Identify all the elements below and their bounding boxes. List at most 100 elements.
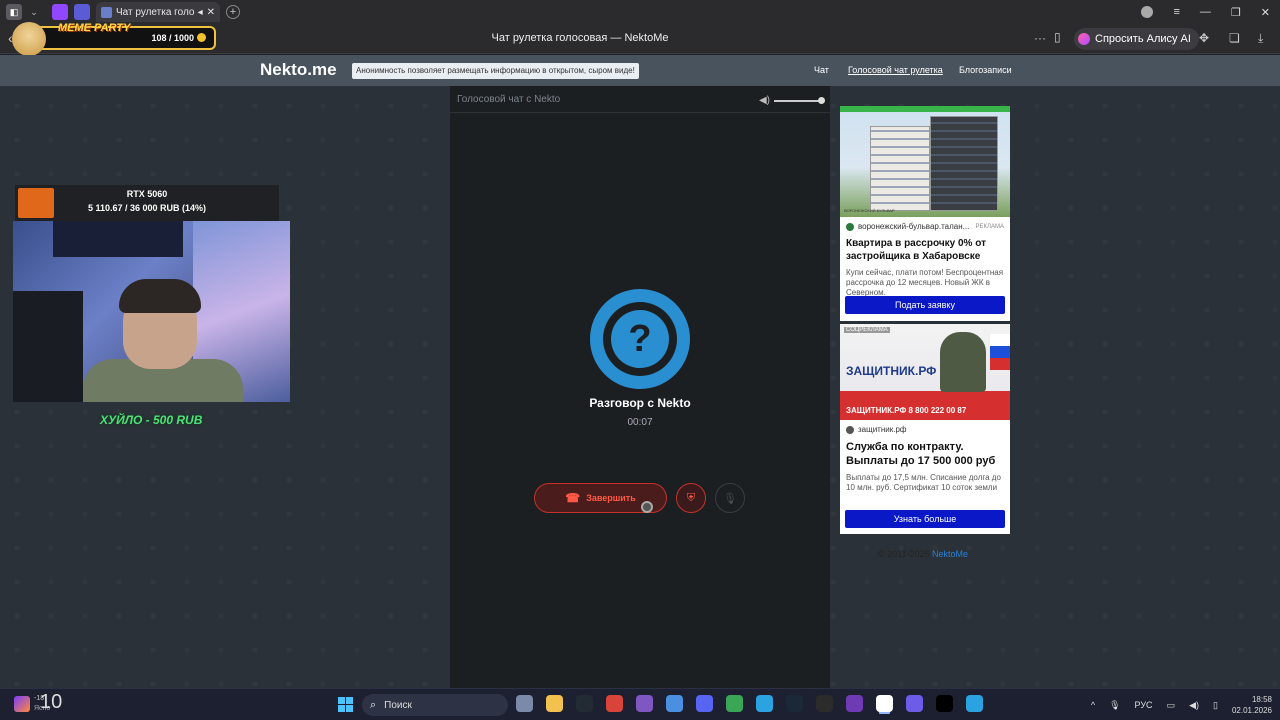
ad-description: Выплаты до 17,5 млн. Списание долга до 1…	[846, 473, 1001, 492]
tab-title: Чат рулетка голосо	[116, 6, 194, 18]
tray-overflow-icon[interactable]: ^	[1091, 700, 1095, 710]
language-indicator[interactable]: РУС	[1135, 700, 1153, 710]
volume-knob[interactable]	[818, 96, 825, 104]
microphone-tray-icon[interactable]: 🎙	[1109, 700, 1120, 711]
shield-icon: ⛨	[686, 491, 696, 504]
clock[interactable]: 18:58 02.01.2026	[1232, 694, 1272, 716]
more-icon[interactable]: ···	[1034, 31, 1046, 45]
tabs-dropdown-icon[interactable]: ⌄	[26, 4, 42, 20]
donation-goal-widget: RTX 5060 5 110.67 / 36 000 RUB (14%)	[15, 185, 279, 221]
new-tab-button[interactable]: +	[226, 5, 240, 19]
ask-alice-button[interactable]: Спросить Алису AI	[1074, 28, 1199, 50]
ad-headline[interactable]: Квартира в рассрочку 0% от застройщика в…	[846, 237, 1004, 263]
ad-description: Купи сейчас, плати потом! Беспроцентная …	[846, 268, 1004, 297]
game-app-icon[interactable]	[576, 695, 593, 712]
bookmark-icon[interactable]: ▯	[1054, 30, 1061, 44]
windows-logo-icon	[346, 697, 353, 704]
chair	[13, 291, 83, 402]
building-right	[930, 116, 998, 211]
extensions-icon[interactable]: ✥	[1199, 31, 1209, 45]
copyright: © 2011-2025 NektoMe	[878, 549, 968, 559]
sidebar-toggle-icon[interactable]: ◧	[6, 4, 22, 20]
ad-apply-button[interactable]: Подать заявку	[845, 296, 1005, 314]
flag-icon	[990, 334, 1010, 370]
vs-app-icon[interactable]	[846, 695, 863, 712]
tab-nekto[interactable]: Чат рулетка голосо ◂ ✕	[96, 2, 220, 22]
overlay-number: 10	[40, 691, 63, 713]
copyright-link[interactable]: NektoMe	[932, 549, 968, 559]
x-app-icon[interactable]	[936, 695, 953, 712]
soldier-figure	[940, 332, 986, 392]
discord-app-icon[interactable]	[696, 695, 713, 712]
start-button[interactable]	[338, 697, 353, 712]
clock-date: 02.01.2026	[1231, 706, 1272, 715]
chrome-app-icon[interactable]	[606, 695, 623, 712]
taskbar-search[interactable]: ⌕ Поиск	[362, 694, 508, 716]
network-icon[interactable]: ▭	[1167, 700, 1176, 711]
building-windows	[931, 117, 997, 210]
ad-headline[interactable]: Служба по контракту. Выплаты до 17 500 0…	[846, 440, 1004, 468]
ad-contract[interactable]: СОЦРЕКЛАМА ЗАЩИТНИК.РФ ЗАЩИТНИК.РФ 8 800…	[840, 324, 1010, 534]
nav-voice-chat[interactable]: Голосовой чат рулетка	[848, 65, 943, 75]
speaker-icon[interactable]: ◀)	[759, 95, 770, 106]
folder-app-icon[interactable]	[546, 695, 563, 712]
volume-slider[interactable]	[774, 96, 825, 104]
steam-app-icon[interactable]	[786, 695, 803, 712]
person-hair	[119, 279, 201, 313]
ad-image-brand: ЗАЩИТНИК.РФ	[846, 364, 937, 378]
nav-chat[interactable]: Чат	[814, 65, 829, 75]
meme-party-title: MEME PARTY	[58, 22, 131, 34]
yandex-app-icon[interactable]	[876, 695, 893, 712]
unknown-user-icon: ?	[590, 289, 690, 389]
ad-apartment-image[interactable]: ВОРОНЕЖСКИЙ БУЛЬВАР	[840, 106, 1010, 217]
obs-app-icon[interactable]	[636, 695, 653, 712]
nav-blog[interactable]: Блогозаписи	[959, 65, 1012, 75]
site-logo[interactable]: Nekto.me	[260, 60, 337, 80]
tool-app-icon[interactable]	[906, 695, 923, 712]
ad-contract-image[interactable]: СОЦРЕКЛАМА ЗАЩИТНИК.РФ ЗАЩИТНИК.РФ 8 800…	[840, 324, 1010, 420]
browser-tab-strip: ◧ ⌄ Чат рулетка голосо ◂ ✕ + ≡ — ❐ ✕	[0, 0, 1280, 24]
ad-image-caption: ВОРОНЕЖСКИЙ БУЛЬВАР	[844, 208, 895, 213]
app-tab-icon[interactable]	[74, 4, 90, 20]
twitch-tab-icon[interactable]	[52, 4, 68, 20]
ad-source: защитник.рф	[846, 425, 1010, 434]
browser-app-icon[interactable]	[726, 695, 743, 712]
telegram-app-icon[interactable]	[756, 695, 773, 712]
ad-apartment[interactable]: ВОРОНЕЖСКИЙ БУЛЬВАР воронежский-бульвар.…	[840, 106, 1010, 321]
store-app-icon[interactable]	[666, 695, 683, 712]
system-tray: ^ 🎙 РУС ▭ ◀) ▯ 18:58 02.01.2026	[1091, 694, 1272, 716]
source-favicon-icon	[846, 222, 854, 231]
downloads-icon[interactable]: ⤓	[1258, 31, 1263, 46]
volume-control[interactable]: ◀)	[759, 95, 825, 106]
menu-icon[interactable]: ≡	[1173, 6, 1179, 18]
site-header: Nekto.me Анонимность позволяет размещать…	[0, 55, 1280, 86]
files-app-icon[interactable]	[516, 695, 533, 712]
site-tagline: Анонимность позволяет размещать информац…	[352, 63, 639, 79]
profile-avatar[interactable]	[1141, 6, 1154, 18]
report-button[interactable]: ⛨	[676, 483, 706, 513]
tab-audio-icon[interactable]: ◂	[198, 7, 203, 18]
ad-source-domain[interactable]: защитник.рф	[858, 425, 906, 434]
close-window-icon[interactable]: ✕	[1261, 6, 1270, 19]
minimize-icon[interactable]: —	[1200, 6, 1211, 18]
windows-logo-icon	[338, 705, 345, 712]
mute-button[interactable]: 🎙	[715, 483, 745, 513]
capcut-app-icon[interactable]	[816, 695, 833, 712]
battery-icon[interactable]: ▯	[1213, 700, 1218, 711]
ad-source-domain[interactable]: воронежский-бульвар.талан...	[858, 222, 969, 231]
ad-learn-more-button[interactable]: Узнать больше	[845, 510, 1005, 528]
volume-tray-icon[interactable]: ◀)	[1189, 700, 1199, 711]
collections-icon[interactable]: ❏	[1229, 31, 1240, 45]
search-icon: ⌕	[370, 698, 377, 711]
weather-icon	[14, 696, 30, 712]
coin-icon	[197, 33, 206, 42]
clock-time: 18:58	[1251, 695, 1272, 704]
telegram2-app-icon[interactable]	[966, 695, 983, 712]
tab-close-icon[interactable]: ✕	[207, 7, 215, 18]
restore-icon[interactable]: ❐	[1231, 6, 1241, 19]
webcam-feed	[13, 221, 290, 402]
meme-count-text: 108 / 1000	[151, 33, 194, 43]
ad-image-phone: ЗАЩИТНИК.РФ 8 800 222 00 87	[846, 406, 967, 415]
conversation-title: Разговор с Nekto	[589, 396, 691, 410]
voice-chat-panel: Голосовой чат с Nekto ◀) ? Разговор с Ne…	[450, 86, 830, 688]
